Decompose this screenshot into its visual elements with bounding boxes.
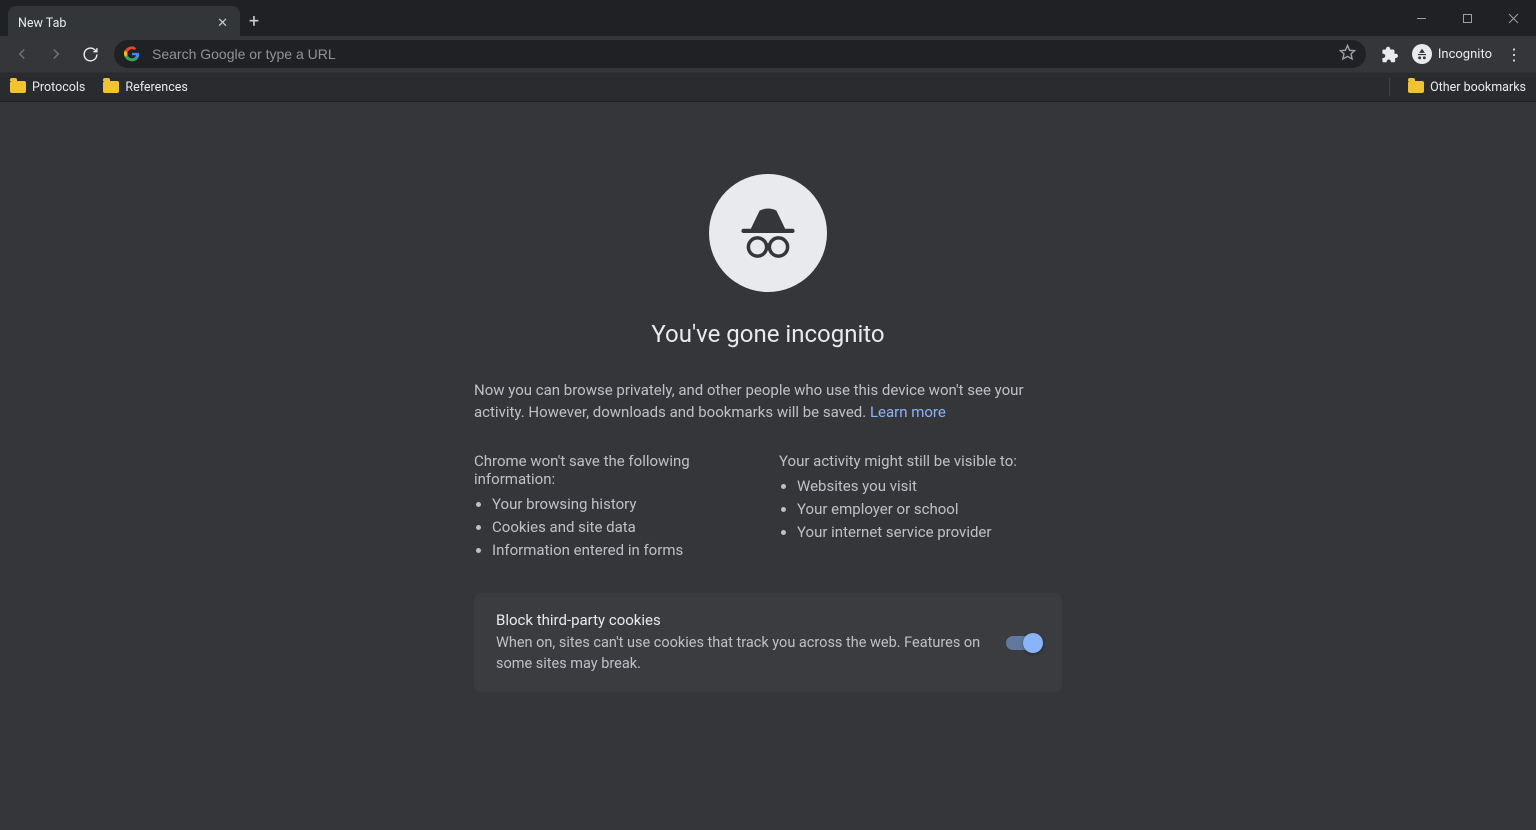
bookmark-label: References — [125, 80, 187, 95]
wont-save-column: Chrome won't save the following informat… — [474, 452, 757, 564]
chrome-menu-button[interactable]: ⋮ — [1498, 39, 1530, 69]
folder-icon — [103, 81, 119, 93]
info-columns: Chrome won't save the following informat… — [474, 452, 1062, 564]
folder-icon — [10, 81, 26, 93]
intro-line-2: However, downloads and bookmarks will be… — [528, 403, 866, 421]
toolbar: Incognito ⋮ — [0, 36, 1536, 72]
browser-tab[interactable]: New Tab ✕ — [8, 6, 240, 40]
profile-label: Incognito — [1438, 47, 1492, 62]
omnibox-input[interactable] — [150, 45, 1329, 63]
window-controls — [1398, 0, 1536, 36]
omnibox[interactable] — [114, 40, 1366, 68]
bookmarks-bar: Protocols References Other bookmarks — [0, 72, 1536, 102]
close-tab-icon[interactable]: ✕ — [215, 15, 230, 32]
minimize-button[interactable] — [1398, 0, 1444, 36]
close-window-button[interactable] — [1490, 0, 1536, 36]
new-tab-button[interactable]: + — [240, 6, 268, 36]
block-cookies-card: Block third-party cookies When on, sites… — [474, 593, 1062, 692]
titlebar: New Tab ✕ + — [0, 0, 1536, 36]
body-block: Now you can browse privately, and other … — [474, 380, 1062, 692]
incognito-profile-chip[interactable]: Incognito — [1408, 40, 1496, 68]
intro-text: Now you can browse privately, and other … — [474, 380, 1062, 424]
google-icon — [124, 46, 140, 62]
tab-title: New Tab — [18, 16, 207, 31]
bookmark-folder[interactable]: References — [103, 80, 187, 95]
back-button[interactable] — [6, 39, 38, 69]
bookmark-label: Protocols — [32, 80, 85, 95]
incognito-badge-icon — [1412, 44, 1432, 64]
wont-save-heading: Chrome won't save the following informat… — [474, 452, 757, 488]
bookmark-star-icon[interactable] — [1339, 44, 1356, 65]
list-item: Cookies and site data — [492, 517, 757, 537]
cookie-card-subtitle: When on, sites can't use cookies that tr… — [496, 633, 986, 674]
visible-to-column: Your activity might still be visible to:… — [779, 452, 1062, 564]
forward-button[interactable] — [40, 39, 72, 69]
extensions-button[interactable] — [1374, 39, 1406, 69]
bookmark-folder[interactable]: Protocols — [10, 80, 85, 95]
page-title: You've gone incognito — [651, 320, 884, 348]
other-bookmarks-label: Other bookmarks — [1430, 80, 1526, 95]
folder-icon — [1408, 81, 1424, 93]
cookie-card-title: Block third-party cookies — [496, 611, 986, 629]
list-item: Your internet service provider — [797, 522, 1062, 542]
page-content: You've gone incognito Now you can browse… — [0, 102, 1536, 830]
incognito-hero-icon — [709, 174, 827, 292]
visible-to-heading: Your activity might still be visible to: — [779, 452, 1062, 470]
list-item: Your browsing history — [492, 494, 757, 514]
toggle-knob-icon — [1023, 633, 1043, 653]
list-item: Information entered in forms — [492, 540, 757, 560]
other-bookmarks-button[interactable]: Other bookmarks — [1408, 80, 1526, 95]
divider — [1389, 78, 1390, 96]
maximize-button[interactable] — [1444, 0, 1490, 36]
block-cookies-toggle[interactable] — [1006, 636, 1040, 650]
list-item: Websites you visit — [797, 476, 1062, 496]
learn-more-link[interactable]: Learn more — [870, 403, 946, 421]
reload-button[interactable] — [74, 39, 106, 69]
list-item: Your employer or school — [797, 499, 1062, 519]
